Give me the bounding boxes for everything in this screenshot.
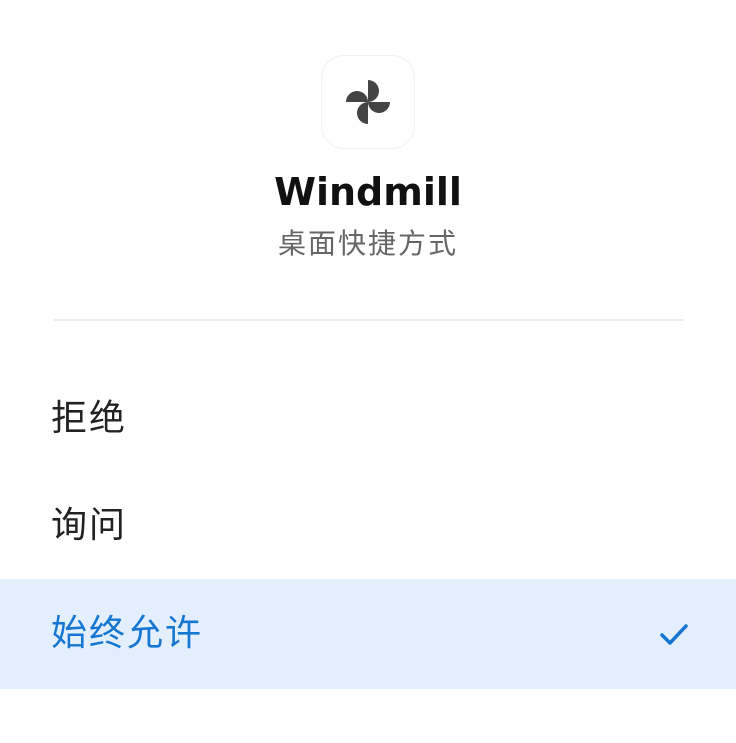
option-always-allow[interactable]: 始终允许 [0,579,736,689]
option-label: 拒绝 [51,398,128,439]
option-deny[interactable]: 拒绝 [0,364,736,474]
pinwheel-icon [346,80,390,124]
option-label: 询问 [51,505,128,546]
divider [54,319,683,321]
checkmark-icon [660,624,688,645]
option-label: 始终允许 [51,613,204,654]
app-icon-tile [322,56,414,148]
app-name: Windmill [274,170,462,214]
app-subtitle: 桌面快捷方式 [277,227,458,260]
option-ask[interactable]: 询问 [0,471,736,581]
